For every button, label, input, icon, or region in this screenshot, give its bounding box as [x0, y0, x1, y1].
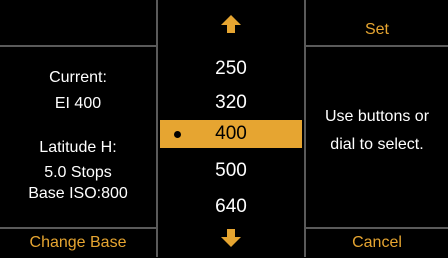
info-panel: Current: EI 400 Latitude H: 5.0 Stops Ba…: [0, 47, 156, 227]
softkey-top-left[interactable]: [0, 0, 156, 45]
hint-line-2: dial to select.: [330, 136, 424, 153]
latitude-label: Latitude H:: [39, 139, 117, 156]
current-ei-value: EI 400: [54, 95, 102, 112]
hint-line-1: Use buttons or: [324, 108, 430, 125]
arrow-down-icon[interactable]: [158, 228, 304, 258]
picker-item-selected-label: 400: [215, 123, 247, 144]
selected-bullet-icon: [174, 131, 181, 138]
ei-selection-screen: Current: EI 400 Latitude H: 5.0 Stops Ba…: [0, 0, 448, 257]
picker-item-selected[interactable]: 400: [160, 120, 302, 148]
arrow-up-icon[interactable]: [158, 14, 304, 44]
hint-panel: Use buttons or dial to select.: [306, 47, 448, 227]
picker-item[interactable]: 640: [158, 193, 304, 221]
base-iso-value: Base ISO:800: [28, 185, 128, 202]
current-label: Current:: [49, 69, 107, 86]
picker-item[interactable]: 320: [158, 89, 304, 117]
latitude-value: 5.0 Stops: [44, 164, 112, 181]
set-button[interactable]: Set: [306, 0, 448, 45]
ei-value-picker[interactable]: 250 320 400 500 640: [158, 0, 304, 257]
change-base-button[interactable]: Change Base: [0, 229, 156, 257]
cancel-button[interactable]: Cancel: [306, 229, 448, 257]
picker-item[interactable]: 250: [158, 55, 304, 83]
picker-item[interactable]: 500: [158, 157, 304, 185]
